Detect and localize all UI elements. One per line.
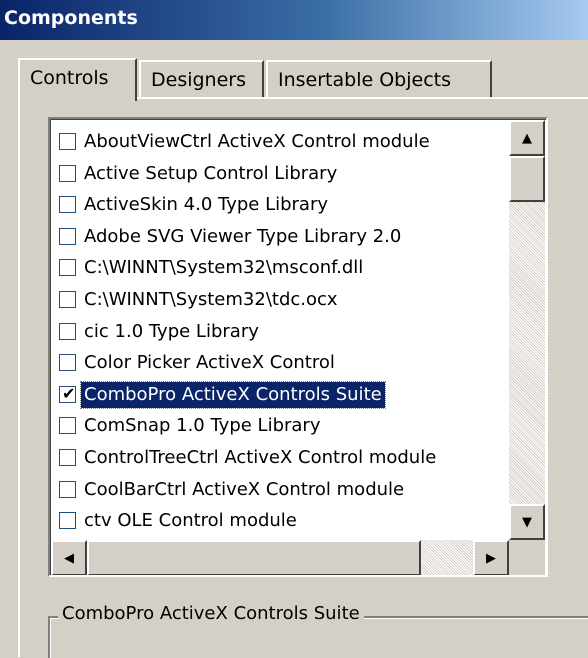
checkbox[interactable] xyxy=(59,291,76,308)
checkbox[interactable] xyxy=(59,480,76,498)
list-item-label: ComboPro ActiveX Controls Suite xyxy=(80,380,386,409)
list-item-label: ActiveSkin 4.0 Type Library xyxy=(84,194,329,216)
list-item-label: ctv OLE Control module xyxy=(84,510,297,532)
list-item[interactable]: ctv OLE Control module xyxy=(59,507,514,536)
list-item[interactable]: Adobe SVG Viewer Type Library 2.0 xyxy=(59,223,514,252)
list-item[interactable]: ✔ ComboPro ActiveX Controls Suite xyxy=(59,380,514,410)
list-item[interactable]: C:\WINNT\System32\tdc.ocx xyxy=(59,286,514,315)
list-item[interactable]: ComSnap 1.0 Type Library xyxy=(59,412,514,441)
list-item-label: cic 1.0 Type Library xyxy=(84,320,259,342)
list-item[interactable]: cic 1.0 Type Library xyxy=(59,318,514,347)
details-groupbox: ComboPro ActiveX Controls Suite xyxy=(48,603,588,658)
list-item[interactable]: Active Setup Control Library xyxy=(59,160,514,189)
tab-designers[interactable]: Designers xyxy=(139,60,264,98)
list-item[interactable]: CoolBarCtrl ActiveX Control module xyxy=(59,476,514,505)
list-item-label: Color Picker ActiveX Control xyxy=(84,352,335,374)
scrollbar-corner xyxy=(509,540,545,575)
listbox-viewport: AboutViewCtrl ActiveX Control module Acti… xyxy=(50,119,546,575)
list-item-label: ControlTreeCtrl ActiveX Control module xyxy=(84,447,437,468)
tab-insertable-objects[interactable]: Insertable Objects xyxy=(266,60,492,98)
checkbox[interactable] xyxy=(59,449,76,466)
groupbox-title: ComboPro ActiveX Controls Suite xyxy=(58,603,364,624)
checkbox[interactable] xyxy=(59,164,76,182)
title-bar: Components xyxy=(0,0,588,40)
checkbox[interactable] xyxy=(59,322,76,340)
list-item-label: AboutViewCtrl ActiveX Control module xyxy=(84,131,430,152)
checkbox[interactable] xyxy=(59,417,76,435)
scroll-down-button[interactable]: ▼ xyxy=(509,504,545,540)
checkmark-icon: ✔ xyxy=(62,383,76,403)
checkbox[interactable] xyxy=(59,196,76,214)
list-item-label: Active Setup Control Library xyxy=(84,162,338,184)
list-item-label: C:\WINNT\System32\msconf.dll xyxy=(84,257,364,279)
tab-label: Controls xyxy=(30,67,109,89)
list-item-label: C:\WINNT\System32\tdc.ocx xyxy=(84,289,338,310)
checkbox[interactable]: ✔ xyxy=(59,383,76,403)
list-item[interactable]: C:\WINNT\System32\msconf.dll xyxy=(59,254,514,283)
checkbox[interactable] xyxy=(59,133,76,150)
checkbox[interactable] xyxy=(59,227,76,245)
checkbox[interactable] xyxy=(59,512,76,530)
tab-label: Insertable Objects xyxy=(278,69,451,91)
components-listbox[interactable]: AboutViewCtrl ActiveX Control module Acti… xyxy=(48,117,548,577)
list-item[interactable]: AboutViewCtrl ActiveX Control module xyxy=(59,128,514,157)
list-item-label: Adobe SVG Viewer Type Library 2.0 xyxy=(84,225,402,247)
arrow-left-icon: ◀ xyxy=(64,550,74,566)
arrow-up-icon: ▲ xyxy=(522,130,532,146)
scroll-up-button[interactable]: ▲ xyxy=(509,120,545,156)
horizontal-scrollbar[interactable]: ◀ ▶ xyxy=(51,540,509,575)
list-item-label: CoolBarCtrl ActiveX Control module xyxy=(84,478,405,500)
scroll-right-button[interactable]: ▶ xyxy=(473,540,509,575)
vertical-scrollbar[interactable]: ▲ ▼ xyxy=(509,120,545,540)
checkbox[interactable] xyxy=(59,354,76,372)
horizontal-scroll-thumb[interactable] xyxy=(87,540,421,575)
window-title: Components xyxy=(4,7,138,29)
arrow-right-icon: ▶ xyxy=(486,550,496,566)
vertical-scroll-thumb[interactable] xyxy=(509,156,545,202)
list-item[interactable]: Color Picker ActiveX Control xyxy=(59,349,514,378)
list-item[interactable]: ActiveSkin 4.0 Type Library xyxy=(59,191,514,220)
tab-controls[interactable]: Controls xyxy=(18,58,137,101)
checkbox[interactable] xyxy=(59,259,76,277)
tab-label: Designers xyxy=(151,69,246,91)
list-item[interactable]: ControlTreeCtrl ActiveX Control module xyxy=(59,444,514,473)
arrow-down-icon: ▼ xyxy=(522,514,532,530)
list-item-label: ComSnap 1.0 Type Library xyxy=(84,415,321,437)
scroll-left-button[interactable]: ◀ xyxy=(51,540,87,575)
